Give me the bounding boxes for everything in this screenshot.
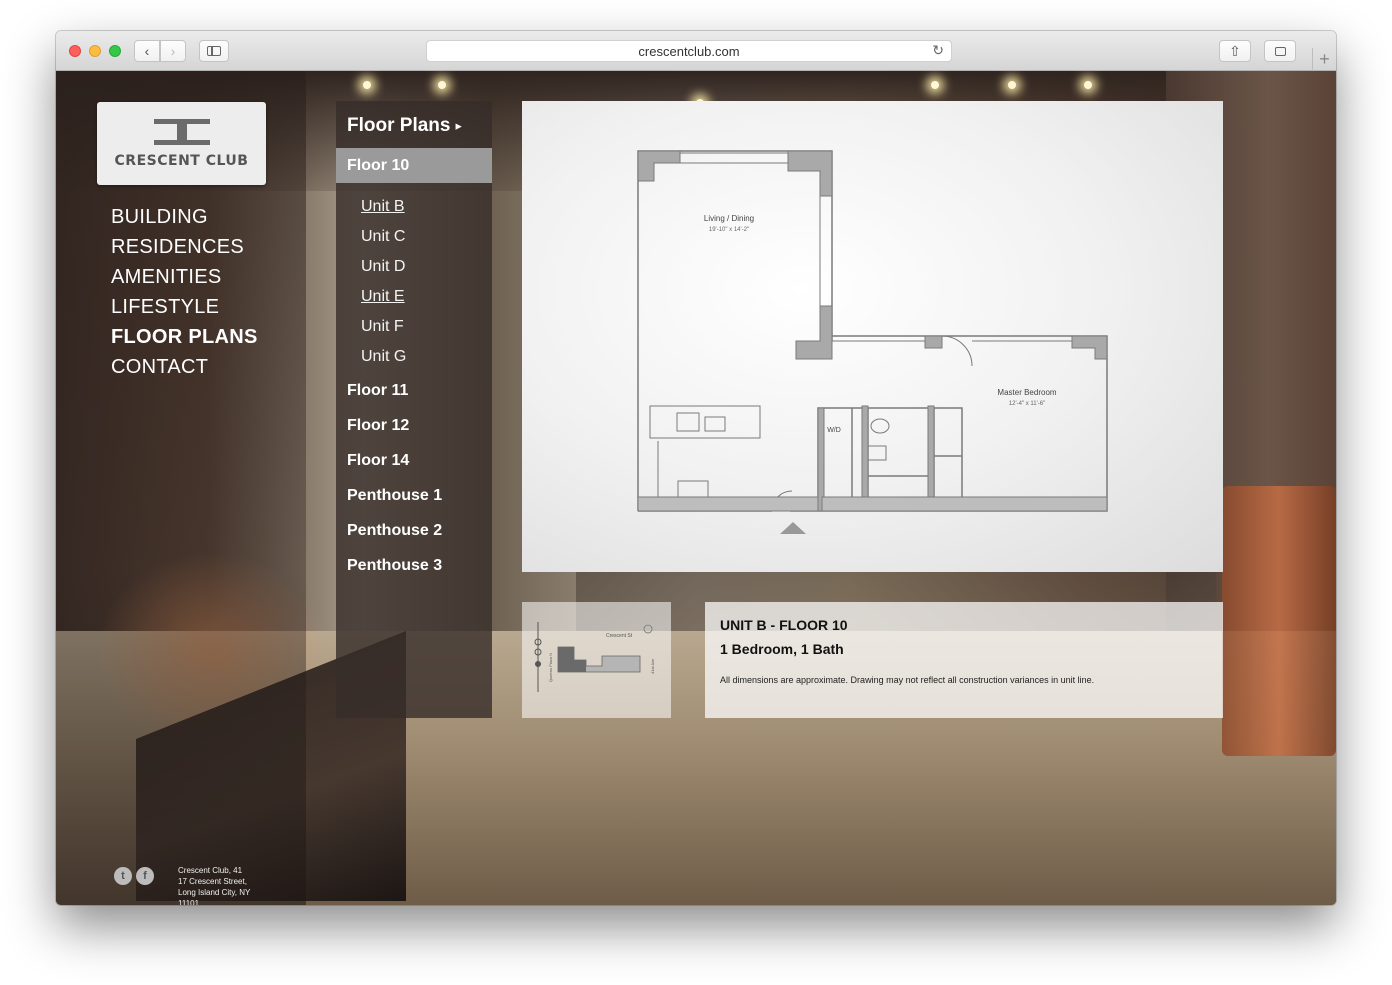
bottom-wall-block: [637, 496, 819, 512]
close-window-button[interactable]: [69, 45, 81, 57]
key-unit-highlight: [558, 647, 586, 672]
floor-plans-menu: Floor Plans ▸ Floor 10 Unit B Unit C Uni…: [336, 101, 492, 718]
nav-residences[interactable]: RESIDENCES: [111, 232, 258, 262]
key-plan-thumbnail[interactable]: Crescent St Queens Plaza N 41st Ave: [522, 602, 671, 718]
twitter-icon[interactable]: t: [114, 867, 132, 885]
ceiling-light: [1084, 81, 1092, 89]
key-plan-svg: Crescent St Queens Plaza N 41st Ave: [534, 622, 655, 692]
unit-item-d[interactable]: Unit D: [361, 258, 405, 276]
plus-icon: +: [1319, 49, 1330, 69]
floor-item-floor-12[interactable]: Floor 12: [347, 417, 409, 435]
zoom-window-button[interactable]: [109, 45, 121, 57]
living-wall: [637, 150, 833, 511]
ceiling-light: [438, 81, 446, 89]
bedroom-dims: 12'-4" x 11'-6": [1009, 401, 1045, 407]
address-block: Crescent Club, 41 17 Crescent Street, Lo…: [178, 865, 268, 905]
unit-item-e[interactable]: Unit E: [361, 288, 405, 306]
new-tab-button[interactable]: +: [1312, 48, 1336, 71]
browser-window: ‹ › crescentclub.com ↻ ⇧ + CRESCENT CLUB…: [56, 31, 1336, 905]
unit-item-b[interactable]: Unit B: [361, 198, 405, 216]
unit-info-panel: UNIT B - FLOOR 10 1 Bedroom, 1 Bath All …: [705, 602, 1223, 718]
kitchen-fridge: [676, 412, 700, 432]
unit-subtitle: 1 Bedroom, 1 Bath: [720, 641, 844, 657]
browser-toolbar: ‹ › crescentclub.com ↻ ⇧ +: [56, 31, 1336, 71]
ceiling-light: [363, 81, 371, 89]
living-dims: 19'-10" x 14'-2": [709, 227, 749, 233]
closet-wall: [934, 407, 963, 511]
kitchen-sink: [704, 416, 726, 432]
wall-block: [924, 335, 943, 349]
unit-title: UNIT B - FLOOR 10: [720, 617, 848, 633]
chevron-left-icon: ‹: [144, 43, 150, 59]
address-line: 11101: [178, 899, 200, 905]
ceiling-light: [1008, 81, 1016, 89]
tab-overview-button[interactable]: [1264, 40, 1296, 62]
url-text: crescentclub.com: [638, 43, 740, 59]
unit-item-g[interactable]: Unit G: [361, 348, 406, 366]
forward-button[interactable]: ›: [160, 40, 186, 62]
caret-right-icon: ▸: [455, 120, 462, 133]
corner-column: [787, 150, 833, 197]
bedroom-label: Master Bedroom: [997, 388, 1056, 397]
wall-block: [817, 407, 825, 512]
unit-item-f[interactable]: Unit F: [361, 318, 404, 336]
site-sidebar: CRESCENT CLUB BUILDING RESIDENCES AMENIT…: [56, 71, 306, 905]
back-button[interactable]: ‹: [134, 40, 160, 62]
floor-item-penthouse-1[interactable]: Penthouse 1: [347, 487, 442, 505]
floor-item-floor-10[interactable]: Floor 10: [336, 148, 492, 183]
key-marker-active: [535, 661, 541, 667]
nav-contact[interactable]: CONTACT: [111, 352, 258, 382]
key-side-label: 41st Ave: [650, 658, 655, 674]
toilet: [870, 418, 890, 434]
unit-item-c[interactable]: Unit C: [361, 228, 405, 246]
floor-plan-drawing: Living / Dining 19'-10" x 14'-2" Master …: [522, 101, 1223, 572]
floor-item-penthouse-3[interactable]: Penthouse 3: [347, 557, 442, 575]
bedroom-door: [941, 335, 973, 367]
main-nav: BUILDING RESIDENCES AMENITIES LIFESTYLE …: [111, 202, 258, 382]
sidebar-icon: [207, 46, 221, 56]
minimize-window-button[interactable]: [89, 45, 101, 57]
nav-lifestyle[interactable]: LIFESTYLE: [111, 292, 258, 322]
logo-mark-icon: [150, 118, 214, 145]
ceiling-light: [931, 81, 939, 89]
key-side-label: Queens Plaza N: [548, 653, 553, 682]
wall-block: [927, 405, 935, 512]
logo-text: CRESCENT CLUB: [114, 152, 249, 169]
unit-disclaimer: All dimensions are approximate. Drawing …: [720, 675, 1095, 685]
address-line: Long Island City, NY: [178, 888, 251, 897]
floor-item-floor-11[interactable]: Floor 11: [347, 382, 408, 400]
floor-plans-title: Floor Plans ▸: [347, 115, 462, 136]
site-logo[interactable]: CRESCENT CLUB: [97, 102, 266, 185]
chevron-right-icon: ›: [170, 43, 176, 59]
compass-icon: [643, 624, 653, 634]
web-page: CRESCENT CLUB BUILDING RESIDENCES AMENIT…: [56, 71, 1336, 905]
entry-arrow-icon: [780, 522, 806, 534]
share-icon: ⇧: [1229, 42, 1241, 59]
nav-building[interactable]: BUILDING: [111, 202, 258, 232]
share-button[interactable]: ⇧: [1219, 40, 1251, 62]
facebook-icon[interactable]: f: [136, 867, 154, 885]
reload-icon[interactable]: ↻: [932, 42, 944, 59]
address-line: Crescent Club, 41: [178, 866, 243, 875]
wd-label: W/D: [827, 427, 841, 434]
floor-item-penthouse-2[interactable]: Penthouse 2: [347, 522, 442, 540]
nav-amenities[interactable]: AMENITIES: [111, 262, 258, 292]
floor-plan-svg: Living / Dining 19'-10" x 14'-2" Master …: [637, 150, 1108, 534]
wall-block: [861, 405, 869, 512]
bottom-wall-right: [790, 335, 1108, 512]
corner-column: [795, 305, 833, 360]
tabs-icon: [1274, 43, 1291, 56]
vanity: [867, 445, 887, 461]
living-label: Living / Dining: [704, 214, 754, 223]
lobby-bench: [1222, 486, 1336, 756]
floor-item-floor-14[interactable]: Floor 14: [347, 452, 409, 470]
address-bar[interactable]: crescentclub.com ↻: [426, 40, 952, 62]
bottom-wall-block: [821, 496, 1108, 512]
key-street-label: Crescent St: [606, 633, 633, 639]
address-line: 17 Crescent Street,: [178, 877, 247, 886]
sidebar-toggle-button[interactable]: [199, 40, 229, 62]
corner-column: [1071, 335, 1108, 360]
corner-column: [637, 150, 681, 182]
nav-floor-plans[interactable]: FLOOR PLANS: [111, 322, 258, 352]
